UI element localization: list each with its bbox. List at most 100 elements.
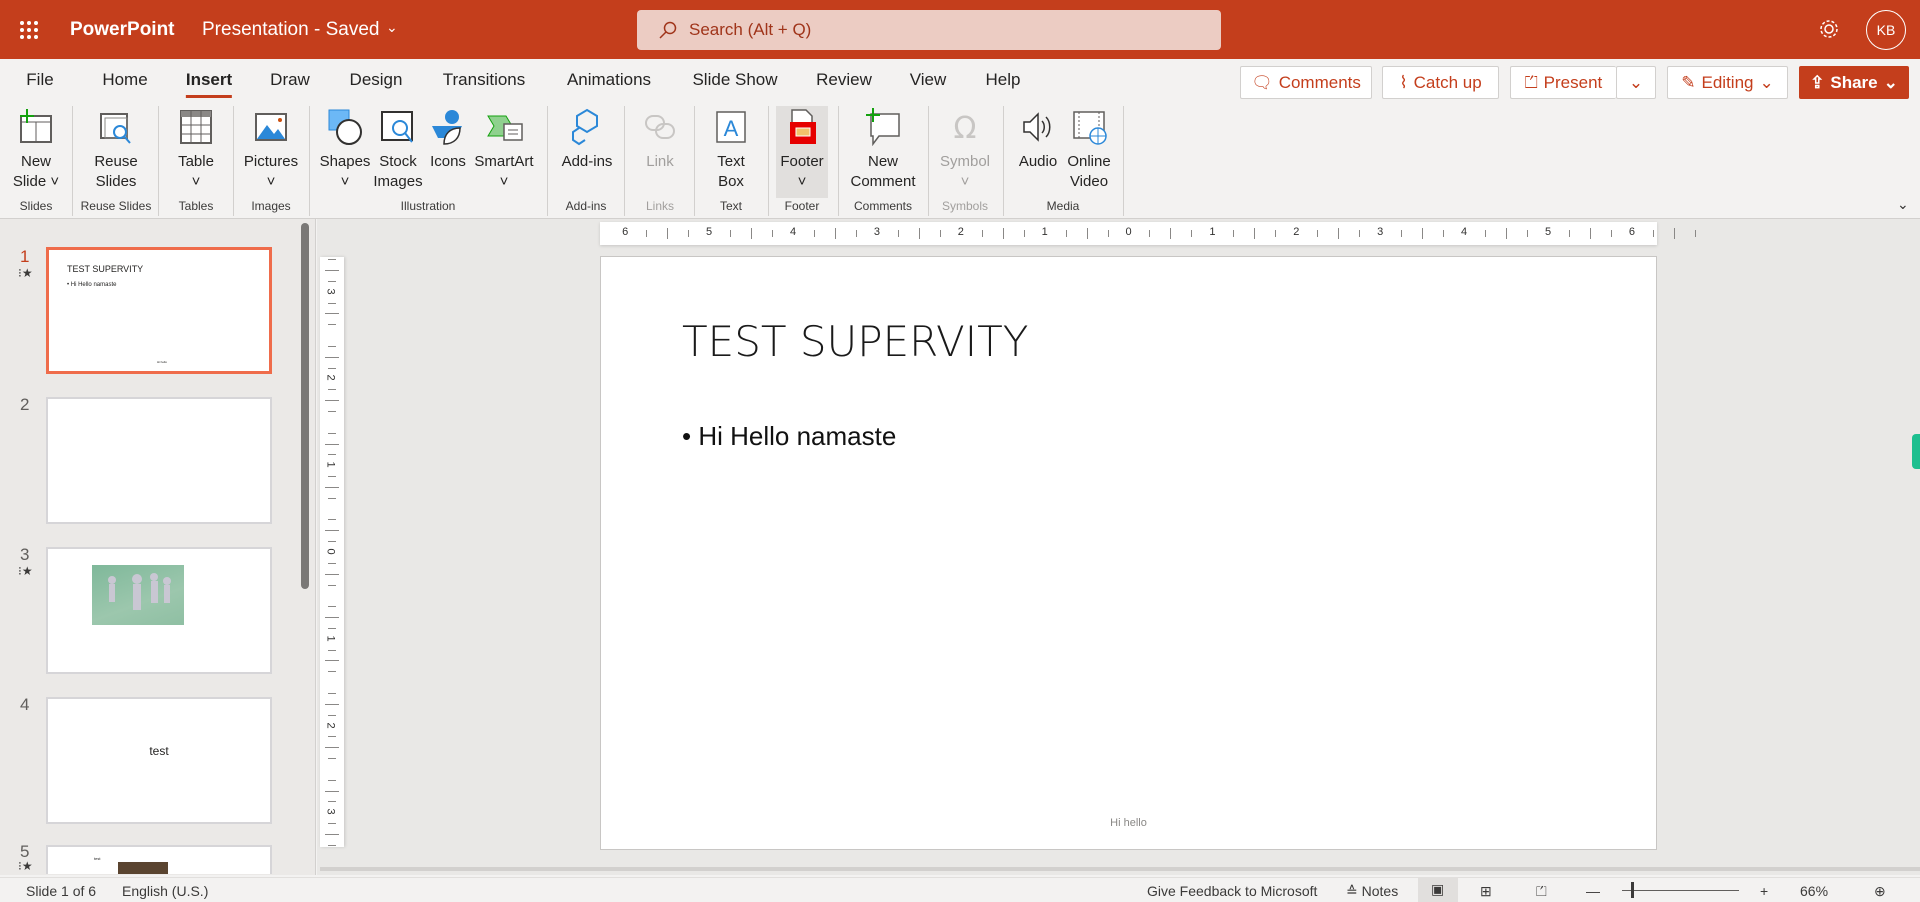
share-button[interactable]: ⇪ Share ⌄ bbox=[1799, 66, 1909, 99]
app-name[interactable]: PowerPoint bbox=[70, 19, 175, 41]
zoom-level[interactable]: 66% bbox=[1800, 883, 1828, 899]
current-slide[interactable]: TEST SUPERVITY • Hi Hello namaste Hi hel… bbox=[600, 256, 1657, 850]
ruler-tick bbox=[1338, 228, 1340, 239]
ruler-tick bbox=[751, 228, 752, 239]
add-ins-button[interactable]: Add-ins bbox=[552, 108, 622, 172]
tab-help[interactable]: Help bbox=[986, 70, 1021, 90]
symbol-button[interactable]: Ω Symbol ˅ bbox=[930, 108, 1000, 192]
new-comment-icon bbox=[866, 108, 900, 146]
slide-title[interactable]: TEST SUPERVITY bbox=[682, 317, 1028, 366]
fit-to-window-icon[interactable]: ⊕ bbox=[1874, 883, 1886, 900]
slide-bullet[interactable]: • Hi Hello namaste bbox=[682, 421, 896, 452]
ruler-tick bbox=[328, 649, 336, 651]
zoom-out-button[interactable]: — bbox=[1586, 883, 1600, 899]
ruler-tick bbox=[328, 584, 336, 586]
table-button[interactable]: Table ˅ bbox=[161, 108, 231, 192]
ruler-tick bbox=[328, 671, 336, 673]
tab-animations[interactable]: Animations bbox=[567, 70, 651, 90]
pictures-button[interactable]: Pictures ˅ bbox=[236, 108, 306, 192]
label: Icons bbox=[430, 153, 466, 170]
table-icon bbox=[180, 110, 212, 144]
new-slide-button[interactable]: New Slide ˅ bbox=[1, 108, 71, 192]
side-panel-handle[interactable] bbox=[1912, 434, 1920, 469]
search-input[interactable]: Search (Alt + Q) bbox=[637, 10, 1221, 50]
slide-thumbnail-4[interactable]: test bbox=[46, 697, 272, 824]
group-label-illustration: Illustration bbox=[400, 199, 456, 213]
icons-button[interactable]: Icons bbox=[425, 108, 471, 172]
chevron-down-icon[interactable]: ⌄ bbox=[386, 19, 398, 36]
collapse-ribbon-chevron-icon[interactable]: ⌄ bbox=[1897, 196, 1909, 213]
zoom-slider-thumb[interactable] bbox=[1630, 882, 1634, 898]
ruler-tick bbox=[667, 228, 669, 239]
tab-design[interactable]: Design bbox=[350, 70, 403, 90]
editing-mode-dropdown[interactable]: ✎ Editing ⌄ bbox=[1667, 66, 1788, 99]
slide-number: 4 bbox=[20, 695, 30, 714]
ruler-tick bbox=[1191, 230, 1193, 237]
avatar[interactable]: KB bbox=[1866, 10, 1906, 50]
label: Slide ˅ bbox=[12, 173, 60, 190]
notes-button[interactable]: ≙ Notes bbox=[1346, 883, 1398, 900]
stock-images-button[interactable]: Stock Images bbox=[373, 108, 423, 192]
slide-footer[interactable]: Hi hello bbox=[601, 817, 1656, 829]
pencil-icon: ✎ bbox=[1681, 72, 1696, 92]
audio-icon bbox=[1023, 112, 1051, 142]
group-divider bbox=[72, 106, 73, 216]
reading-view-icon[interactable]: ⏍ bbox=[1536, 883, 1547, 900]
ruler-label: 1 bbox=[1209, 226, 1216, 238]
slide-sorter-view-icon[interactable]: ⊞ bbox=[1480, 883, 1492, 900]
document-title[interactable]: Presentation - Saved bbox=[202, 19, 379, 41]
ruler-tick bbox=[897, 230, 899, 237]
slide-thumbnail-5[interactable]: test bbox=[46, 845, 272, 874]
reuse-slides-button[interactable]: Reuse Slides bbox=[81, 108, 151, 192]
tab-review[interactable]: Review bbox=[816, 70, 872, 90]
slide-number: 1 bbox=[20, 247, 30, 266]
ruler-tick bbox=[1275, 230, 1277, 237]
ruler-tick bbox=[325, 313, 339, 315]
comments-button[interactable]: 🗨 Comments bbox=[1240, 66, 1372, 99]
tab-transitions[interactable]: Transitions bbox=[443, 70, 526, 90]
normal-view-button[interactable]: ▣ bbox=[1418, 878, 1458, 902]
feedback-link[interactable]: Give Feedback to Microsoft bbox=[1147, 883, 1317, 899]
present-options-dropdown[interactable]: ⌄ bbox=[1616, 66, 1656, 99]
horizontal-scrollbar[interactable] bbox=[320, 867, 1920, 871]
thumb-text: test bbox=[94, 856, 101, 861]
group-label-footer: Footer bbox=[784, 199, 820, 213]
label: Audio bbox=[1018, 153, 1058, 170]
label: SmartArt bbox=[474, 153, 534, 170]
tab-home[interactable]: Home bbox=[102, 70, 147, 90]
slide-thumbnail-1[interactable]: TEST SUPERVITY • Hi Hello namaste Hi hel… bbox=[46, 247, 272, 374]
tab-view[interactable]: View bbox=[910, 70, 947, 90]
tab-slide-show[interactable]: Slide Show bbox=[692, 70, 777, 90]
share-label: Share bbox=[1830, 72, 1878, 92]
language-indicator[interactable]: English (U.S.) bbox=[122, 883, 208, 899]
label: Text bbox=[717, 153, 745, 170]
slide-thumbnail-3[interactable] bbox=[46, 547, 272, 674]
tab-file[interactable]: File bbox=[26, 70, 53, 90]
text-box-button[interactable]: A Text Box bbox=[696, 108, 766, 192]
footer-button[interactable]: Footer ˅ bbox=[776, 106, 828, 198]
zoom-in-button[interactable]: + bbox=[1760, 883, 1768, 899]
shapes-button[interactable]: Shapes ˅ bbox=[318, 108, 372, 192]
slide-thumbnail-2[interactable] bbox=[46, 397, 272, 524]
label: Images bbox=[373, 173, 423, 190]
settings-gear-icon[interactable] bbox=[1818, 18, 1840, 40]
ruler-tick bbox=[918, 228, 920, 239]
app-launcher-icon[interactable] bbox=[19, 20, 39, 40]
panel-scrollbar[interactable] bbox=[301, 223, 309, 589]
link-button[interactable]: Link bbox=[625, 108, 695, 172]
zoom-slider[interactable] bbox=[1622, 890, 1739, 891]
horizontal-ruler: 6 5 4 3 2 1 0 1 2 3 4 5 6 bbox=[600, 222, 1696, 245]
link-icon bbox=[645, 115, 675, 139]
label: Box bbox=[718, 173, 744, 190]
catch-up-button[interactable]: ⌇ Catch up bbox=[1382, 66, 1499, 99]
smartart-button[interactable]: SmartArt ˅ bbox=[473, 108, 535, 192]
ruler-tick bbox=[328, 454, 336, 456]
audio-button[interactable]: Audio bbox=[1013, 108, 1063, 172]
tab-draw[interactable]: Draw bbox=[270, 70, 310, 90]
ruler-tick bbox=[328, 476, 336, 478]
online-video-button[interactable]: Online Video bbox=[1064, 108, 1114, 192]
tab-insert[interactable]: Insert bbox=[185, 70, 233, 98]
present-button[interactable]: ⏍ Present bbox=[1510, 66, 1616, 99]
new-comment-button[interactable]: New Comment bbox=[845, 108, 921, 192]
ruler-label: 3 bbox=[1377, 226, 1384, 238]
